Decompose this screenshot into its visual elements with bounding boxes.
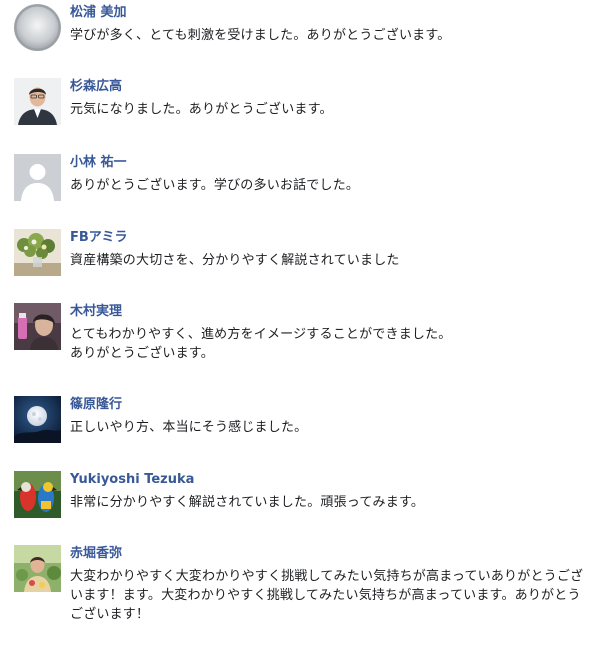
parrot-photo-icon — [14, 471, 61, 518]
avatar[interactable] — [14, 303, 61, 350]
avatar[interactable] — [14, 545, 61, 592]
comment-item: 篠原隆行 正しいやり方、本当にそう感じました。 — [14, 396, 592, 443]
comment-text: 学びが多く、とても刺激を受けました。ありがとうございます。 — [70, 28, 451, 43]
comment-text: 資産構築の大切さを、分かりやすく解説されていました — [70, 253, 400, 268]
flowers-photo-icon — [14, 229, 61, 276]
comment-item: 松浦 美加 学びが多く、とても刺激を受けました。ありがとうございます。 — [14, 4, 592, 51]
commenter-name[interactable]: 赤堀香弥 — [70, 545, 592, 562]
comment-item: 小林 祐一 ありがとうございます。学びの多いお話でした。 — [14, 154, 592, 201]
comment-item: 赤堀香弥 大変わかりやすく大変わかりやすく挑戦してみたい気持ちが高まっていありが… — [14, 545, 592, 624]
comment-text: 大変わかりやすく大変わかりやすく挑戦してみたい気持ちが高まっていありがとうござい… — [70, 569, 584, 622]
user-photo-icon — [14, 303, 61, 350]
comment-item: 杉森広高 元気になりました。ありがとうございます。 — [14, 78, 592, 125]
user-photo-icon — [14, 4, 61, 51]
comment-text: 非常に分かりやすく解説されていました。頑張ってみます。 — [70, 495, 425, 510]
avatar[interactable] — [14, 471, 61, 518]
avatar[interactable] — [14, 229, 61, 276]
commenter-name[interactable]: 松浦 美加 — [70, 4, 592, 21]
commenter-name[interactable]: Yukiyoshi Tezuka — [70, 471, 592, 488]
comment-text: とてもわかりやすく、進め方をイメージすることができました。 ありがとうございます… — [70, 327, 452, 361]
avatar[interactable] — [14, 154, 61, 201]
default-profile-icon — [14, 154, 61, 201]
comment-text: 正しいやり方、本当にそう感じました。 — [70, 420, 308, 435]
comment-text: ありがとうございます。学びの多いお話でした。 — [70, 178, 360, 193]
moon-photo-icon — [14, 396, 61, 443]
comment-item: 木村実理 とてもわかりやすく、進め方をイメージすることができました。 ありがとう… — [14, 303, 592, 363]
commenter-name[interactable]: 木村実理 — [70, 303, 592, 320]
avatar[interactable] — [14, 78, 61, 125]
avatar[interactable] — [14, 4, 61, 51]
commenter-name[interactable]: FBアミラ — [70, 229, 592, 246]
commenter-name[interactable]: 篠原隆行 — [70, 396, 592, 413]
user-photo-icon — [14, 545, 61, 592]
comment-item: Yukiyoshi Tezuka 非常に分かりやすく解説されていました。頑張って… — [14, 471, 592, 518]
commenter-name[interactable]: 小林 祐一 — [70, 154, 592, 171]
user-photo-icon — [14, 78, 61, 125]
commenter-name[interactable]: 杉森広高 — [70, 78, 592, 95]
avatar[interactable] — [14, 396, 61, 443]
comment-item: FBアミラ 資産構築の大切さを、分かりやすく解説されていました — [14, 229, 592, 276]
comment-text: 元気になりました。ありがとうございます。 — [70, 102, 333, 117]
